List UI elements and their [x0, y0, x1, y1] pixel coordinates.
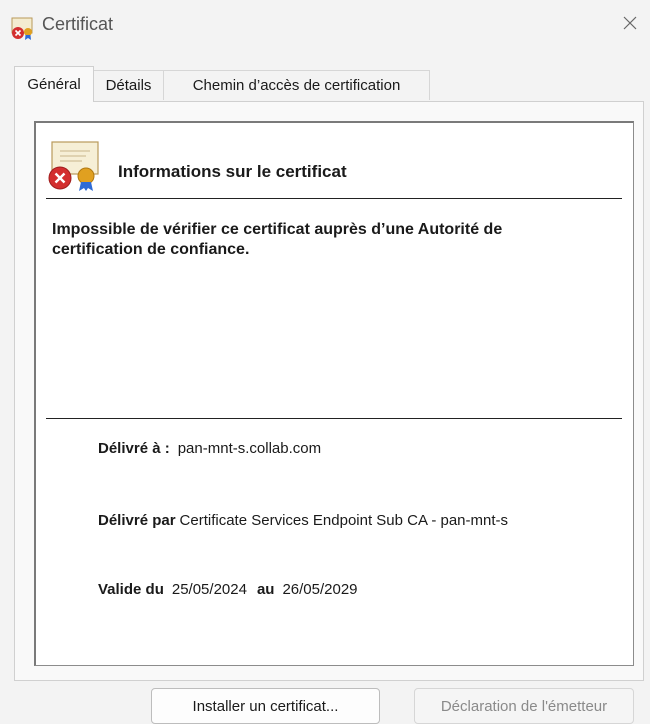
window-title: Certificat [42, 14, 114, 34]
tab-details[interactable]: Détails [93, 70, 164, 100]
tab-details-label: Détails [105, 77, 152, 94]
valid-to-label: au [256, 581, 275, 598]
validity-row: Valide du 25/05/2024 au 26/05/2029 [98, 581, 358, 598]
issued-by-row: Délivré par Certificate Services Endpoin… [98, 512, 508, 529]
install-certificate-button[interactable]: Installer un certificat... [151, 688, 380, 724]
tab-bar: Général Détails Chemin d’accès de certif… [0, 66, 650, 102]
info-heading: Informations sur le certificat [118, 162, 347, 181]
tab-general[interactable]: Général [14, 66, 94, 102]
issued-to-row: Délivré à : pan-mnt-s.collab.com [98, 440, 321, 457]
title-bar: Certificat [0, 0, 650, 50]
valid-from-value: 25/05/2024 [171, 581, 247, 598]
issuer-statement-button: Déclaration de l'émetteur [414, 688, 634, 724]
issuer-statement-label: Déclaration de l'émetteur [440, 697, 608, 715]
certificate-error-icon [46, 140, 102, 192]
issued-to-label: Délivré à : [98, 440, 170, 457]
tab-certification-path[interactable]: Chemin d’accès de certification [163, 70, 430, 100]
valid-from-label: Valide du [98, 581, 164, 598]
close-button[interactable] [610, 8, 650, 42]
close-icon [622, 15, 638, 36]
divider [46, 198, 622, 199]
divider [46, 418, 622, 419]
issued-to-value: pan-mnt-s.collab.com [177, 440, 322, 457]
valid-to-value: 26/05/2029 [282, 581, 358, 598]
issued-by-value: Certificate Services Endpoint Sub CA - p… [179, 512, 509, 529]
issued-by-label: Délivré par [98, 512, 176, 529]
tab-certification-path-label: Chemin d’accès de certification [192, 77, 401, 94]
install-certificate-label: Installer un certificat... [192, 697, 339, 715]
verification-warning: Impossible de vérifier ce certificat aup… [52, 221, 503, 258]
tab-general-label: Général [27, 76, 81, 93]
certificate-error-icon [9, 16, 35, 42]
